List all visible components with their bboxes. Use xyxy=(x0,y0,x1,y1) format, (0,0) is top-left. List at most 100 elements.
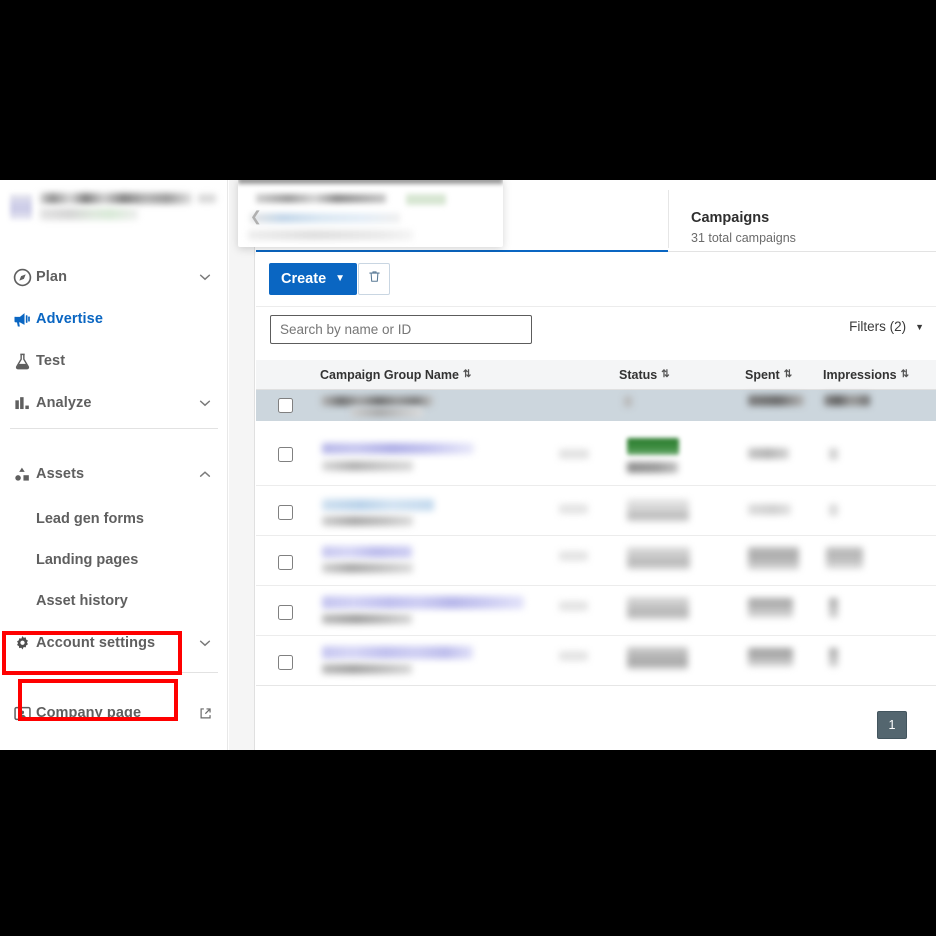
account-switcher[interactable] xyxy=(0,180,228,242)
column-header-impressions[interactable]: Impressions ⇅ xyxy=(823,368,909,382)
account-name-redacted xyxy=(40,193,192,204)
row-subname-redacted xyxy=(322,461,413,471)
row-impressions-redacted xyxy=(826,547,863,569)
column-header-campaign-group-name[interactable]: Campaign Group Name ⇅ xyxy=(320,368,471,382)
redacted-popup-overlay[interactable] xyxy=(238,180,503,247)
sidebar-item-advertise[interactable]: Advertise xyxy=(0,298,228,340)
row-spent-redacted xyxy=(748,547,799,570)
column-header-status[interactable]: Status ⇅ xyxy=(619,368,670,382)
row-checkbox[interactable] xyxy=(278,398,293,413)
filters-button[interactable]: Filters (2) ▼ xyxy=(849,319,924,334)
row-spent-redacted xyxy=(748,448,789,459)
popup-topbar-redacted xyxy=(238,180,503,184)
sort-icon: ⇅ xyxy=(661,370,669,380)
external-link-icon xyxy=(199,707,212,720)
row-status-redacted xyxy=(627,597,689,620)
account-tab-strip: Campaigns 31 total campaigns ❮ xyxy=(256,180,936,252)
create-button-label: Create xyxy=(281,271,326,287)
row-status-redacted xyxy=(627,547,690,570)
company-page-icon xyxy=(12,703,32,723)
create-button[interactable]: Create ▼ xyxy=(269,263,357,295)
chevron-down-icon: ▼ xyxy=(335,274,345,284)
sidebar-item-account-settings[interactable]: Account settings xyxy=(0,622,228,664)
sidebar-item-plan[interactable]: Plan xyxy=(0,256,228,298)
row-spent-redacted xyxy=(748,395,804,406)
popup-badge-redacted xyxy=(406,194,446,205)
column-header-spent[interactable]: Spent ⇅ xyxy=(745,368,792,382)
row-checkbox[interactable] xyxy=(278,447,293,462)
compass-icon xyxy=(12,267,32,287)
tab-campaigns-subtitle: 31 total campaigns xyxy=(691,231,796,245)
row-impressions-redacted xyxy=(829,648,838,667)
tab-campaigns[interactable]: Campaigns 31 total campaigns xyxy=(673,180,936,251)
row-extra-redacted xyxy=(559,551,588,561)
account-name-redacted-tail xyxy=(198,194,216,203)
row-spent-redacted xyxy=(748,504,791,515)
sidebar-item-analyze[interactable]: Analyze xyxy=(0,382,228,424)
sidebar-item-company-page[interactable]: Company page xyxy=(0,692,228,734)
sidebar: Plan Advertise xyxy=(0,180,228,750)
gear-icon xyxy=(12,633,32,653)
chevron-down-icon xyxy=(198,396,212,410)
row-checkbox[interactable] xyxy=(278,605,293,620)
row-subname-redacted xyxy=(322,614,412,624)
row-extra-redacted xyxy=(559,651,588,661)
row-subname-redacted xyxy=(351,408,423,417)
row-checkbox[interactable] xyxy=(278,555,293,570)
delete-button[interactable] xyxy=(358,263,390,295)
sidebar-item-assets[interactable]: Assets xyxy=(0,453,228,495)
row-status-badge-active xyxy=(627,438,679,455)
table-row[interactable] xyxy=(256,421,936,486)
row-checkbox[interactable] xyxy=(278,655,293,670)
row-name-redacted xyxy=(322,499,434,511)
table-row[interactable] xyxy=(256,486,936,536)
sidebar-collapse-rail[interactable] xyxy=(229,180,255,750)
column-label: Spent xyxy=(745,368,780,382)
sidebar-item-label: Account settings xyxy=(36,635,155,651)
search-input[interactable] xyxy=(270,315,532,344)
popup-line-3-redacted xyxy=(248,230,413,240)
sidebar-subitem-label: Landing pages xyxy=(36,552,138,568)
table-row[interactable] xyxy=(256,636,936,686)
table-row[interactable] xyxy=(256,390,936,421)
pagination-page-1[interactable]: 1 xyxy=(877,711,907,739)
column-label: Status xyxy=(619,368,657,382)
pagination: 1 xyxy=(256,701,936,750)
row-status-sub-redacted xyxy=(627,462,678,473)
sidebar-item-lead-gen-forms[interactable]: Lead gen forms xyxy=(0,499,228,539)
bar-chart-icon xyxy=(12,393,32,413)
row-spent-redacted xyxy=(748,648,793,667)
tab-campaigns-title: Campaigns xyxy=(691,210,769,226)
sidebar-subitem-label: Asset history xyxy=(36,593,128,609)
chevron-up-icon xyxy=(198,467,212,481)
row-spent-redacted xyxy=(748,598,793,618)
row-subname-redacted xyxy=(322,516,413,526)
row-name-redacted xyxy=(322,596,524,609)
table-row[interactable] xyxy=(256,586,936,636)
sidebar-item-asset-history[interactable]: Asset history xyxy=(0,581,228,621)
row-subname-redacted xyxy=(322,664,412,674)
table-row[interactable] xyxy=(256,536,936,586)
row-name-redacted xyxy=(322,443,474,454)
row-impressions-redacted xyxy=(824,395,870,406)
sort-icon: ⇅ xyxy=(901,370,909,380)
filters-button-label: Filters (2) xyxy=(849,319,906,334)
sidebar-divider-top xyxy=(10,428,218,429)
table-header-row: Campaign Group Name ⇅ Status ⇅ Spent ⇅ I… xyxy=(256,360,936,390)
row-subname-redacted xyxy=(322,563,413,573)
sort-icon: ⇅ xyxy=(463,370,471,380)
search-row: Filters (2) ▼ xyxy=(256,307,936,360)
sidebar-item-landing-pages[interactable]: Landing pages xyxy=(0,540,228,580)
row-status-redacted xyxy=(627,647,688,670)
popup-chevron-left-icon: ❮ xyxy=(250,208,262,225)
sidebar-item-label: Analyze xyxy=(36,395,92,411)
column-label: Impressions xyxy=(823,368,897,382)
row-status-redacted xyxy=(627,499,689,522)
sidebar-item-label: Assets xyxy=(36,466,84,482)
row-checkbox[interactable] xyxy=(278,505,293,520)
row-extra-redacted xyxy=(559,601,588,611)
tab-divider xyxy=(668,190,669,248)
sidebar-item-test[interactable]: Test xyxy=(0,340,228,382)
flask-icon xyxy=(12,351,32,371)
row-extra-redacted xyxy=(559,449,589,459)
